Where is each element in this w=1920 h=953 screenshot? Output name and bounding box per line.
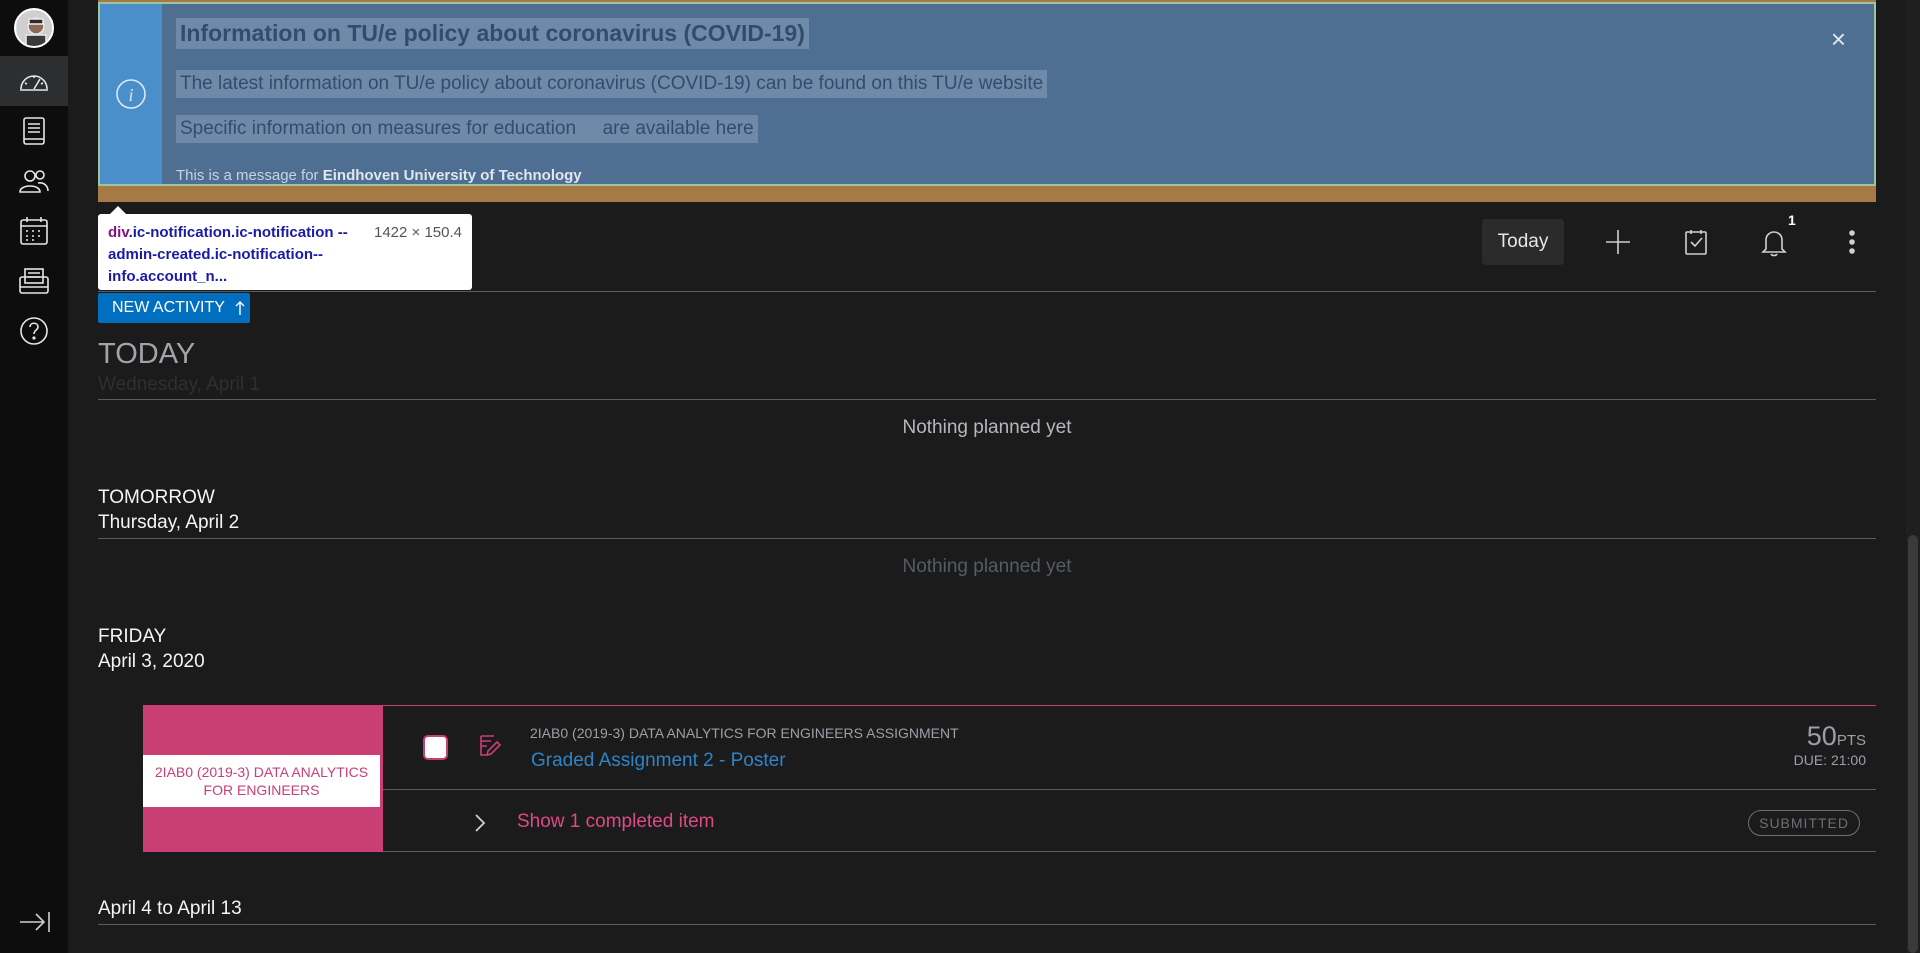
devtools-selector: div.ic-notification.ic-notification --ad… [108,222,358,288]
nav-dashboard[interactable] [0,56,68,106]
bell-icon [1761,231,1787,257]
complete-checkbox[interactable] [423,735,448,760]
course-tile-label[interactable]: 2IAB0 (2019-3) DATA ANALYTICS FOR ENGINE… [143,755,380,807]
nav-groups[interactable] [0,156,68,206]
todo-icon [1685,230,1707,255]
groups-icon [19,170,49,193]
points-value: 50 [1806,721,1837,751]
calendar-icon [20,217,48,245]
assignment-course: 2IAB0 (2019-3) DATA ANALYTICS FOR ENGINE… [530,725,959,741]
day-title-today: TODAY [98,338,196,370]
add-todo-button[interactable] [1598,219,1638,265]
collapse-nav-button[interactable] [18,910,52,939]
group-bottom-border [383,851,1876,852]
avatar[interactable] [14,8,54,48]
courses-icon [23,117,45,145]
collapse-nav-icon [20,912,50,932]
dashboard-icon [20,75,48,91]
empty-day-tomorrow: Nothing planned yet [902,556,1072,577]
notification-banner: i Information on TU/e policy about coron… [98,2,1876,186]
more-vertical-icon [1849,230,1855,254]
arrow-up-icon [235,301,245,315]
scrollbar-thumb[interactable] [1908,535,1918,953]
day-divider-tomorrow [98,538,1876,539]
opportunities-button[interactable] [1676,219,1716,265]
day-title-tomorrow: TOMORROW [98,487,215,508]
devtools-selector-tag: div [108,224,129,241]
nav-courses[interactable] [0,106,68,156]
devtools-tooltip: div.ic-notification.ic-notification --ad… [98,206,472,290]
notification-message: This is a message for Eindhoven Universi… [176,167,582,184]
course-tile[interactable]: 2IAB0 (2019-3) DATA ANALYTICS FOR ENGINE… [143,705,383,852]
nav-inbox[interactable] [0,256,68,306]
empty-day-today: Nothing planned yet [902,417,1072,438]
notification-side: i [100,4,162,184]
more-options-button[interactable] [1832,219,1872,265]
devtools-selector-classes: .ic-notification.ic-notification --admin… [108,224,348,285]
new-activity-label: NEW ACTIVITY [112,299,225,316]
notification-line-1-text[interactable]: The latest information on TU/e policy ab… [180,73,1043,94]
svg-text:i: i [128,85,133,105]
nav-help[interactable] [0,306,68,356]
day-title-friday: FRIDAY [98,626,167,647]
assignment-type [477,733,502,764]
notification-title: Information on TU/e policy about coronav… [176,18,809,49]
status-badge: SUBMITTED [1748,810,1860,836]
new-activity-button[interactable]: NEW ACTIVITY [98,293,250,323]
show-completed-link[interactable]: Show 1 completed item [517,811,715,833]
help-icon [20,317,48,345]
assignment-title-link[interactable]: Graded Assignment 2 - Poster [531,750,786,772]
notification-count: 1 [1788,212,1796,228]
nav-calendar[interactable] [0,206,68,256]
info-icon: i [116,79,146,109]
notification-line-1: The latest information on TU/e policy ab… [176,70,1048,98]
due-time: DUE: 21:00 [1793,752,1866,768]
day-divider-today [98,399,1876,400]
chevron-right-icon [475,814,486,832]
range-heading: April 4 to April 13 [98,898,242,919]
avatar-image [16,10,52,46]
page-scrollbar[interactable] [1906,0,1920,953]
item-divider [383,789,1876,790]
planner-item-group: 2IAB0 (2019-3) DATA ANALYTICS FOR ENGINE… [143,705,1876,852]
inbox-icon [19,268,49,294]
points-block: 50PTS DUE: 21:00 [1794,721,1866,768]
notification-highlight: i Information on TU/e policy about coron… [98,0,1876,202]
day-date-today: Wednesday, April 1 [98,374,260,395]
notification-line-2: Specific information on measures for edu… [176,115,758,143]
close-icon[interactable]: × [1831,24,1846,55]
assignment-icon [480,735,502,757]
notification-message-org: Eindhoven University of Technology [322,167,582,184]
header-divider [98,291,1876,292]
day-date-friday: April 3, 2020 [98,651,205,672]
global-nav [0,0,68,953]
day-date-tomorrow: Thursday, April 2 [98,512,240,533]
points-unit: PTS [1836,732,1866,749]
expand-completed[interactable] [473,813,487,838]
today-button[interactable]: Today [1482,219,1564,265]
notification-line-2-text-a[interactable]: Specific information on measures for edu… [180,118,576,139]
notification-message-prefix: This is a message for [176,167,319,184]
range-divider [98,924,1876,925]
plus-icon [1606,230,1630,254]
notification-line-2-text-b[interactable]: are available here [603,118,754,139]
group-top-border [383,705,1876,706]
devtools-dimensions: 1422 × 150.4 [373,224,462,241]
